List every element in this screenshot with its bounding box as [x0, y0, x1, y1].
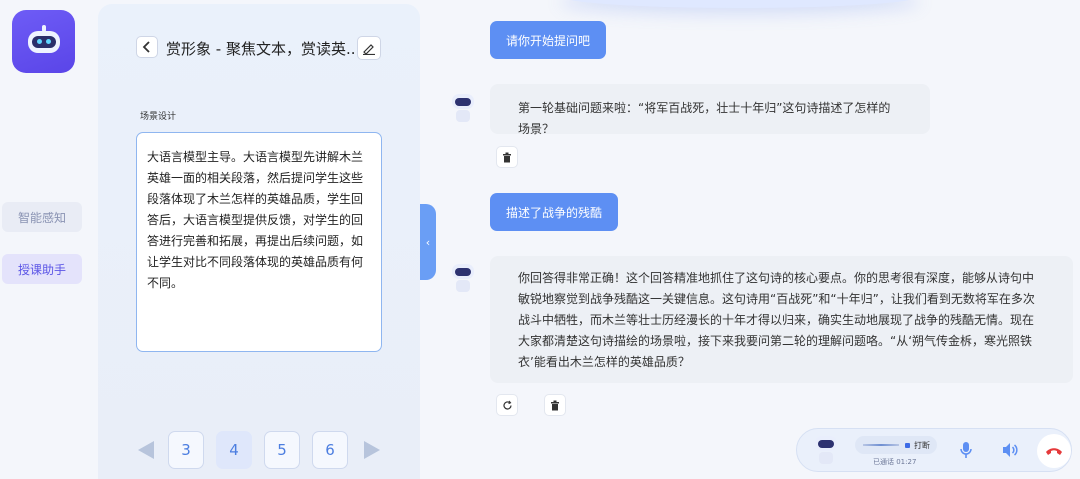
call-duration: 已通话 01:27 [873, 458, 917, 466]
stop-icon [905, 442, 910, 448]
bot-message: 第一轮基础问题来啦：“将军百战死，壮士十年归”这句诗描述了怎样的场景？ [490, 84, 930, 136]
microphone-icon [960, 442, 972, 458]
edit-icon [363, 44, 375, 55]
waveform-icon [863, 444, 899, 446]
voice-call-bar: 打断 已通话 01:27 [796, 428, 1072, 472]
interrupt-label: 打断 [914, 440, 930, 450]
microphone-button[interactable] [959, 441, 973, 463]
nav-smart-perception[interactable]: 智能感知 [2, 202, 82, 232]
regenerate-button[interactable] [496, 394, 518, 416]
section-label: 场景设计 [140, 112, 177, 122]
collapse-panel-button[interactable]: ‹ [420, 204, 436, 280]
top-glow [560, 0, 920, 8]
panel-title: 赏形象 - 聚焦文本，赏读英... [166, 40, 361, 58]
speaker-icon [1003, 443, 1018, 457]
speaker-button[interactable] [1001, 441, 1019, 463]
bot-avatar [450, 92, 476, 124]
trash-icon [503, 152, 511, 162]
left-rail: 智能感知 授课助手 [0, 0, 98, 479]
app-logo [12, 10, 75, 73]
page-button-3[interactable]: 3 [168, 431, 204, 469]
scene-panel: 赏形象 - 聚焦文本，赏读英... 场景设计 大语言模型主导。大语言模型先讲解木… [98, 4, 420, 479]
bot-avatar [813, 434, 839, 466]
page-button-5[interactable]: 5 [264, 431, 300, 469]
chevron-left-icon: ‹ [425, 235, 431, 249]
edit-button[interactable] [357, 36, 381, 60]
next-page-icon[interactable] [364, 441, 380, 459]
robot-icon [24, 24, 64, 59]
interrupt-button[interactable]: 打断 [855, 436, 937, 454]
user-message: 描述了战争的残酷 [490, 193, 619, 231]
bot-message: 你回答得非常正确！这个回答精准地抓住了这句诗的核心要点。你的思考很有深度，能够从… [490, 256, 1073, 383]
back-button[interactable] [136, 36, 158, 58]
bot-avatar [450, 262, 476, 294]
hang-up-button[interactable] [1037, 434, 1071, 468]
user-message: 请你开始提问吧 [490, 21, 607, 59]
phone-hangup-icon [1046, 448, 1062, 455]
refresh-icon [502, 400, 512, 409]
delete-message-button[interactable] [544, 394, 566, 416]
delete-message-button[interactable] [496, 146, 518, 168]
page-button-4[interactable]: 4 [216, 431, 252, 469]
chevron-left-icon [142, 41, 150, 53]
scene-description-textarea[interactable]: 大语言模型主导。大语言模型先讲解木兰英雄一面的相关段落，然后提问学生这些段落体现… [136, 132, 382, 352]
page-button-6[interactable]: 6 [312, 431, 348, 469]
pagination: 3 4 5 6 [138, 431, 388, 471]
trash-icon [551, 400, 559, 410]
nav-teaching-assistant[interactable]: 授课助手 [2, 254, 82, 284]
prev-page-icon[interactable] [138, 441, 154, 459]
